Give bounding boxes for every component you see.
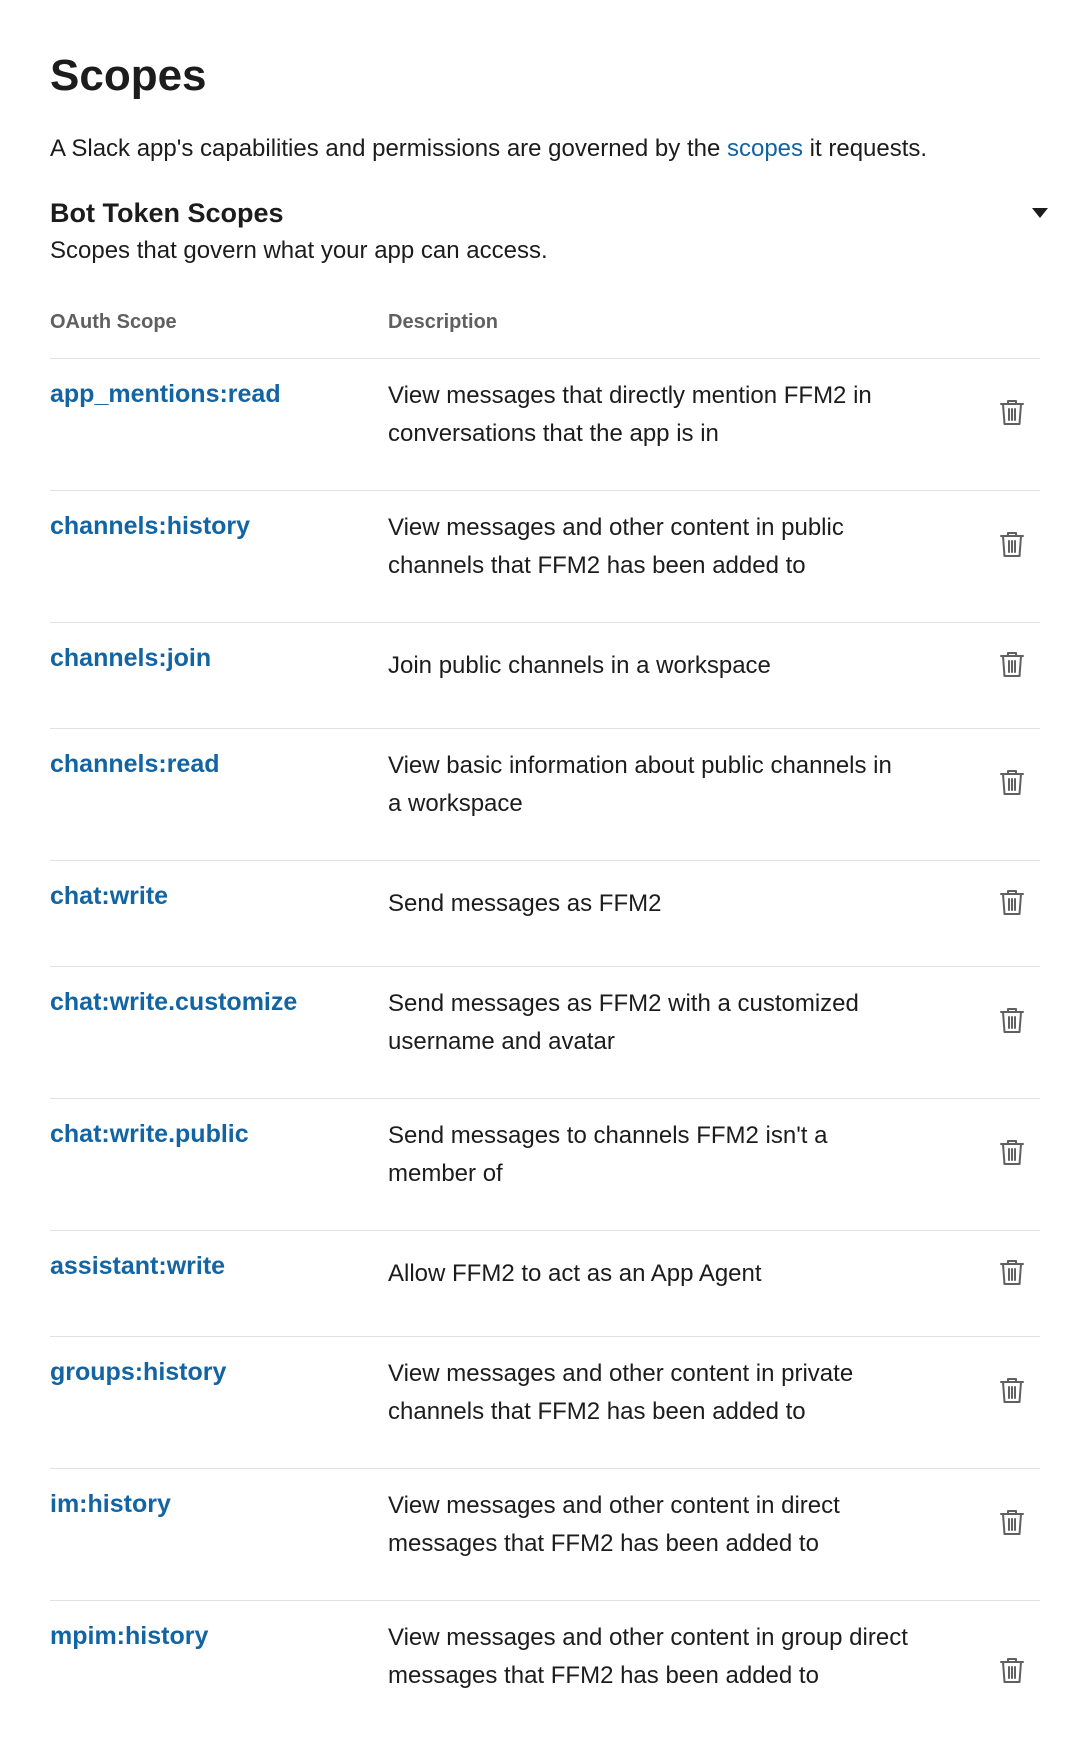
caret-down-icon[interactable] [1032, 208, 1048, 218]
scope-description: View messages and other content in group… [388, 1624, 908, 1689]
scope-description: Send messages as FFM2 with a customized … [388, 990, 859, 1055]
scope-description: View messages and other content in direc… [388, 1492, 840, 1557]
scopes-table: OAuth Scope Description app_mentions:rea… [50, 308, 1040, 1751]
scope-description: View basic information about public chan… [388, 752, 892, 817]
column-header-description: Description [388, 311, 499, 333]
scope-description: View messages and other content in publi… [388, 514, 844, 579]
table-row: groups:history View messages and other c… [50, 1337, 1040, 1469]
scope-description: Join public channels in a workspace [388, 652, 771, 679]
trash-icon[interactable] [998, 1005, 1026, 1035]
table-row: channels:history View messages and other… [50, 491, 1040, 623]
table-header: OAuth Scope Description [50, 308, 1040, 359]
intro-text: A Slack app's capabilities and permissio… [50, 132, 1038, 166]
trash-icon[interactable] [998, 887, 1026, 917]
intro-text-before: A Slack app's capabilities and permissio… [50, 135, 727, 162]
scope-description: View messages and other content in priva… [388, 1360, 854, 1425]
table-row: chat:write.public Send messages to chann… [50, 1099, 1040, 1231]
table-row: mpim:history View messages and other con… [50, 1601, 1040, 1751]
table-row: chat:write.customize Send messages as FF… [50, 967, 1040, 1099]
section-title: Bot Token Scopes [50, 198, 284, 228]
page-title: Scopes [50, 51, 207, 100]
trash-icon[interactable] [998, 529, 1026, 559]
table-row: chat:write Send messages as FFM2 [50, 861, 1040, 967]
scope-description: View messages that directly mention FFM2… [388, 382, 872, 447]
table-row: im:history View messages and other conte… [50, 1469, 1040, 1601]
scopes-page: Scopes A Slack app's capabilities and pe… [0, 0, 1088, 1752]
trash-icon[interactable] [998, 1257, 1026, 1287]
scope-name[interactable]: chat:write.public [50, 1117, 388, 1230]
scope-name[interactable]: channels:history [50, 509, 388, 622]
table-row: assistant:write Allow FFM2 to act as an … [50, 1231, 1040, 1337]
scope-name[interactable]: channels:read [50, 747, 388, 860]
scope-name[interactable]: mpim:history [50, 1619, 388, 1751]
scope-description: Send messages as FFM2 [388, 890, 662, 917]
table-row: app_mentions:read View messages that dir… [50, 359, 1040, 491]
scope-name[interactable]: groups:history [50, 1355, 388, 1468]
scopes-link[interactable]: scopes [727, 135, 803, 162]
section-subtitle: Scopes that govern what your app can acc… [50, 237, 548, 264]
column-header-oauth-scope: OAuth Scope [50, 311, 177, 333]
scope-name[interactable]: chat:write [50, 879, 388, 966]
scope-name[interactable]: channels:join [50, 641, 388, 728]
bot-token-scopes-header: Bot Token Scopes Scopes that govern what… [50, 194, 1048, 268]
scope-name[interactable]: app_mentions:read [50, 377, 388, 490]
table-row: channels:read View basic information abo… [50, 729, 1040, 861]
trash-icon[interactable] [998, 1375, 1026, 1405]
trash-icon[interactable] [998, 649, 1026, 679]
trash-icon[interactable] [998, 767, 1026, 797]
scope-name[interactable]: im:history [50, 1487, 388, 1600]
trash-icon[interactable] [998, 1655, 1026, 1685]
trash-icon[interactable] [998, 1507, 1026, 1537]
scope-description: Send messages to channels FFM2 isn't a m… [388, 1122, 828, 1187]
trash-icon[interactable] [998, 1137, 1026, 1167]
intro-text-after: it requests. [803, 135, 928, 162]
trash-icon[interactable] [998, 397, 1026, 427]
scope-description: Allow FFM2 to act as an App Agent [388, 1260, 762, 1287]
table-row: channels:join Join public channels in a … [50, 623, 1040, 729]
scope-name[interactable]: assistant:write [50, 1249, 388, 1336]
scope-name[interactable]: chat:write.customize [50, 985, 388, 1098]
